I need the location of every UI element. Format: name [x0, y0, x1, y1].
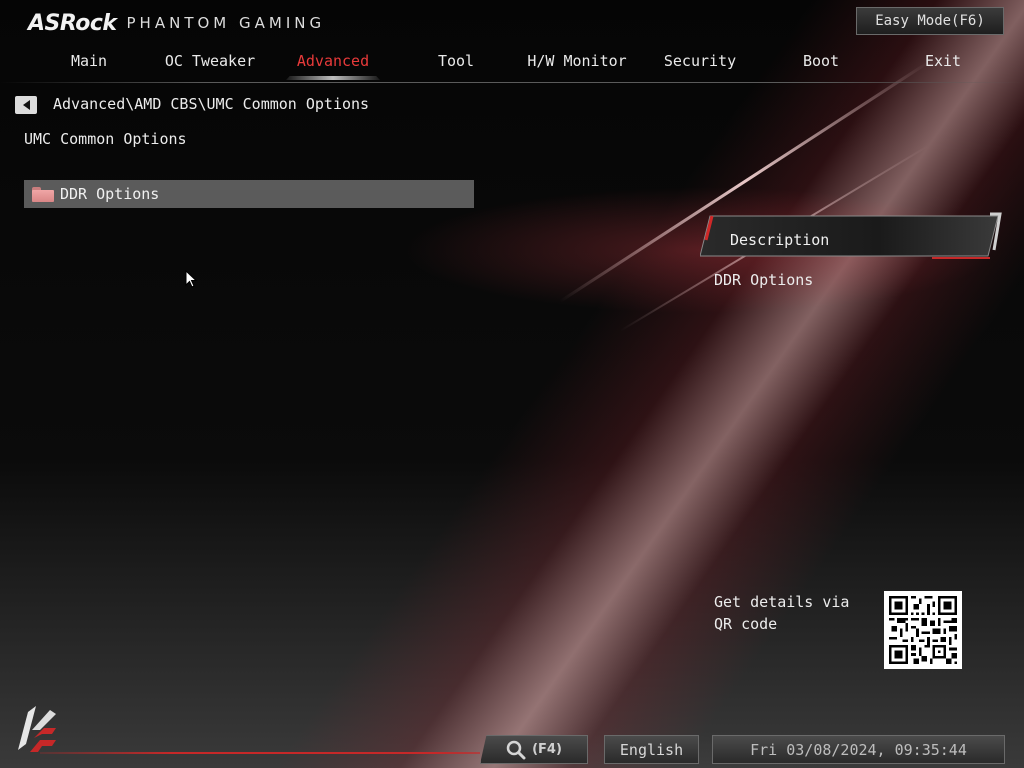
brand-name: ASRock — [28, 10, 117, 36]
footer-accent-line — [40, 752, 480, 754]
menu-item-label: DDR Options — [60, 185, 160, 203]
description-text: DDR Options — [714, 271, 814, 289]
datetime-display[interactable]: Fri 03/08/2024, 09:35:44 — [712, 735, 1005, 764]
tab-tool[interactable]: Tool — [395, 46, 517, 82]
language-button[interactable]: English — [604, 735, 699, 764]
tab-security[interactable]: Security — [639, 46, 761, 82]
tab-oc-tweaker[interactable]: OC Tweaker — [149, 46, 271, 82]
search-button[interactable]: (F4) — [480, 735, 588, 764]
back-button[interactable] — [15, 96, 37, 114]
main-nav: Main OC Tweaker Advanced Tool H/W Monito… — [0, 46, 1024, 82]
qr-code-icon — [884, 591, 962, 669]
tab-main[interactable]: Main — [28, 46, 150, 82]
mouse-cursor-icon — [185, 270, 197, 288]
qr-caption: Get details via QR code — [714, 593, 850, 633]
breadcrumb: Advanced\AMD CBS\UMC Common Options — [53, 95, 370, 113]
tab-boot[interactable]: Boot — [760, 46, 882, 82]
brand-subtitle: PHANTOM GAMING — [126, 14, 326, 32]
description-title: Description — [730, 231, 830, 249]
search-icon — [506, 740, 526, 759]
folder-icon — [32, 186, 54, 202]
back-arrow-icon — [22, 100, 30, 110]
search-shortcut-label: (F4) — [532, 742, 562, 757]
tab-hw-monitor[interactable]: H/W Monitor — [516, 46, 638, 82]
tab-advanced[interactable]: Advanced — [272, 46, 394, 82]
asrock-logo: ASRock PHANTOM GAMING — [28, 10, 325, 36]
menu-item-ddr-options[interactable]: DDR Options — [24, 180, 474, 208]
phantom-gaming-logo — [18, 706, 56, 752]
nav-divider — [0, 82, 1024, 83]
page-title: UMC Common Options — [24, 130, 187, 148]
easy-mode-button[interactable]: Easy Mode(F6) — [856, 7, 1004, 35]
tab-exit[interactable]: Exit — [882, 46, 1004, 82]
